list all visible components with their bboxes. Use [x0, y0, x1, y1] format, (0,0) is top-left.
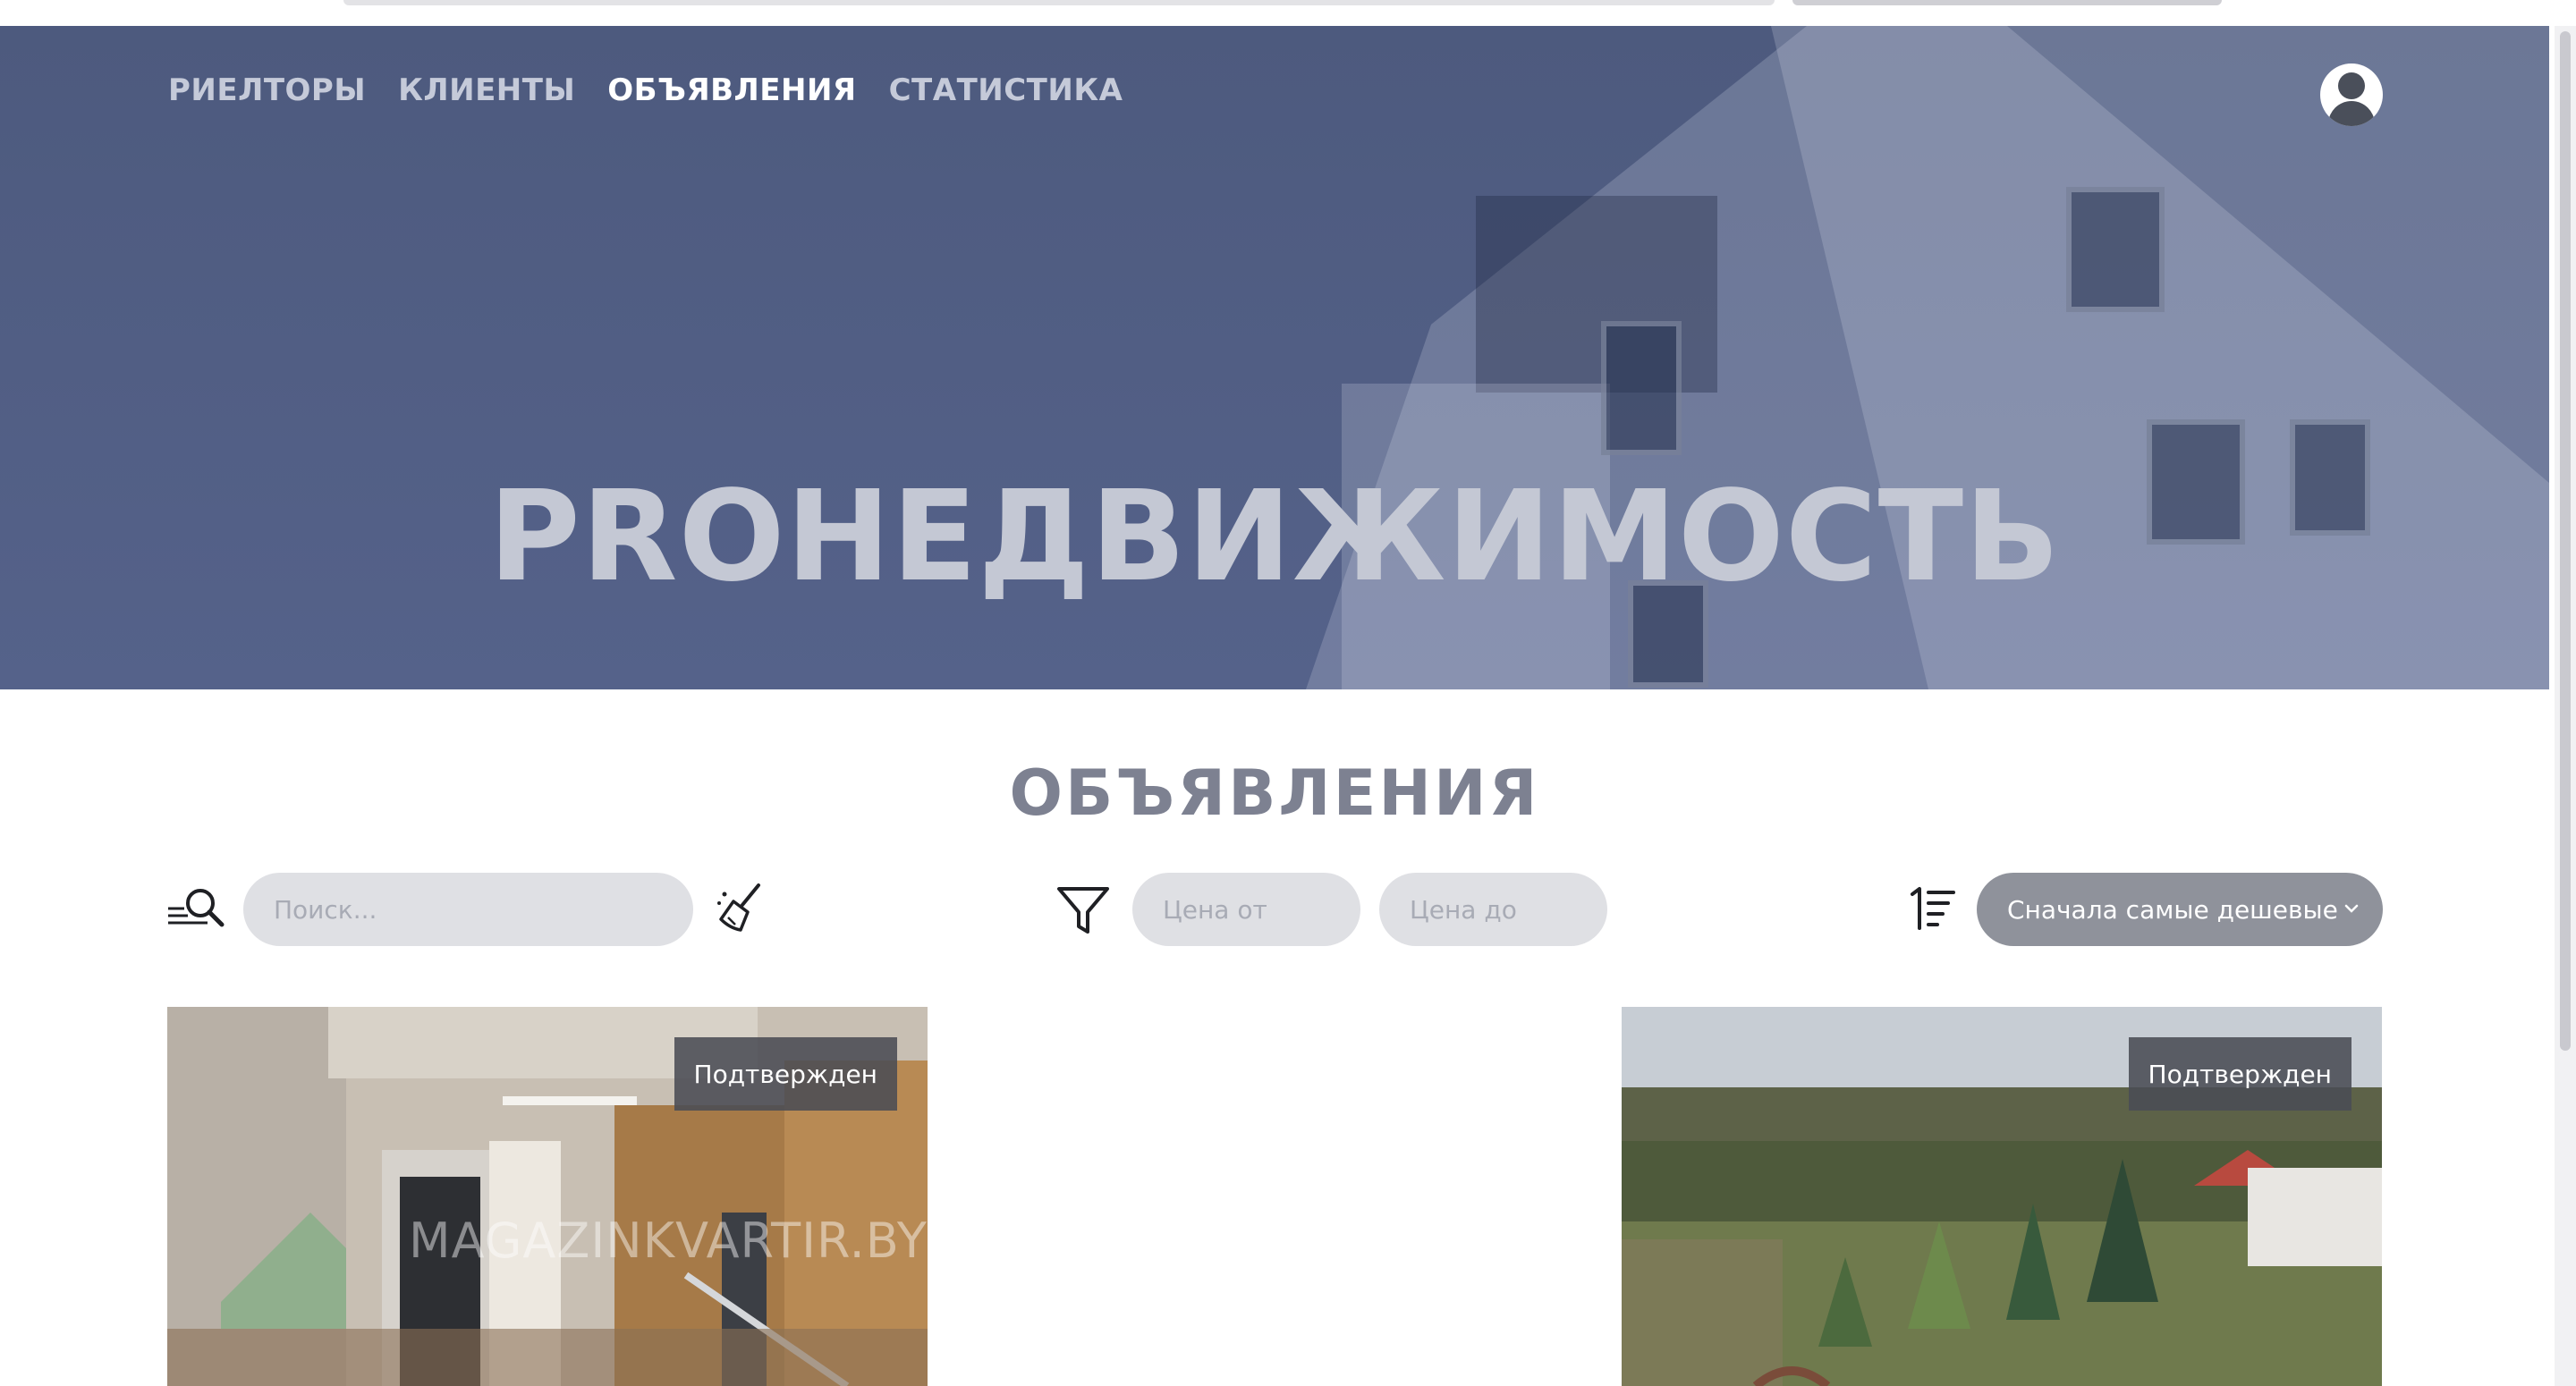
nav-item-realtors[interactable]: РИЕЛТОРЫ [168, 72, 366, 108]
scrollbar-thumb[interactable] [2560, 31, 2571, 1051]
clear-broom-icon[interactable] [716, 882, 764, 934]
building-window [1601, 321, 1682, 455]
status-badge: Подтвержден [2128, 1037, 2351, 1111]
tab-strip-stub [343, 0, 1775, 5]
main-nav: РИЕЛТОРЫ КЛИЕНТЫ ОБЪЯВЛЕНИЯ СТАТИСТИКА [168, 72, 1123, 108]
tab-strip-stub-active [1792, 0, 2222, 5]
listing-card[interactable]: Подтвержден [1622, 1007, 2382, 1386]
nav-item-clients[interactable]: КЛИЕНТЫ [398, 72, 575, 108]
search-input[interactable] [243, 873, 693, 946]
sort-icon [1911, 887, 1955, 930]
status-badge: Подтвержден [674, 1037, 897, 1111]
listing-card[interactable]: MAGAZINKVARTIR.BY Подтвержден [167, 1007, 928, 1386]
page-title: ОБЪЯВЛЕНИЯ [1009, 756, 1540, 830]
sort-selected-label: Сначала самые дешевые [2007, 894, 2338, 925]
photo-watermark: MAGAZINKVARTIR.BY [409, 1213, 928, 1269]
avatar-head-shape [2338, 72, 2365, 99]
search-icon [168, 889, 225, 927]
price-to-input[interactable] [1379, 873, 1607, 946]
building-window [2066, 187, 2165, 312]
brand-title: PROНЕДВИЖИМОСТЬ [488, 464, 2061, 610]
nav-item-listings[interactable]: ОБЪЯВЛЕНИЯ [607, 72, 856, 108]
hero-banner: РИЕЛТОРЫ КЛИЕНТЫ ОБЪЯВЛЕНИЯ СТАТИСТИКА P… [0, 26, 2549, 689]
sort-select[interactable]: Сначала самые дешевые [1977, 873, 2383, 946]
scrollbar[interactable] [2555, 26, 2576, 1386]
nav-item-statistics[interactable]: СТАТИСТИКА [889, 72, 1123, 108]
filter-icon [1057, 887, 1109, 934]
user-avatar[interactable] [2320, 63, 2383, 126]
browser-top-strip [0, 0, 2576, 26]
chevron-down-icon [2344, 904, 2359, 913]
avatar-body-shape [2328, 101, 2375, 126]
price-from-input[interactable] [1132, 873, 1360, 946]
